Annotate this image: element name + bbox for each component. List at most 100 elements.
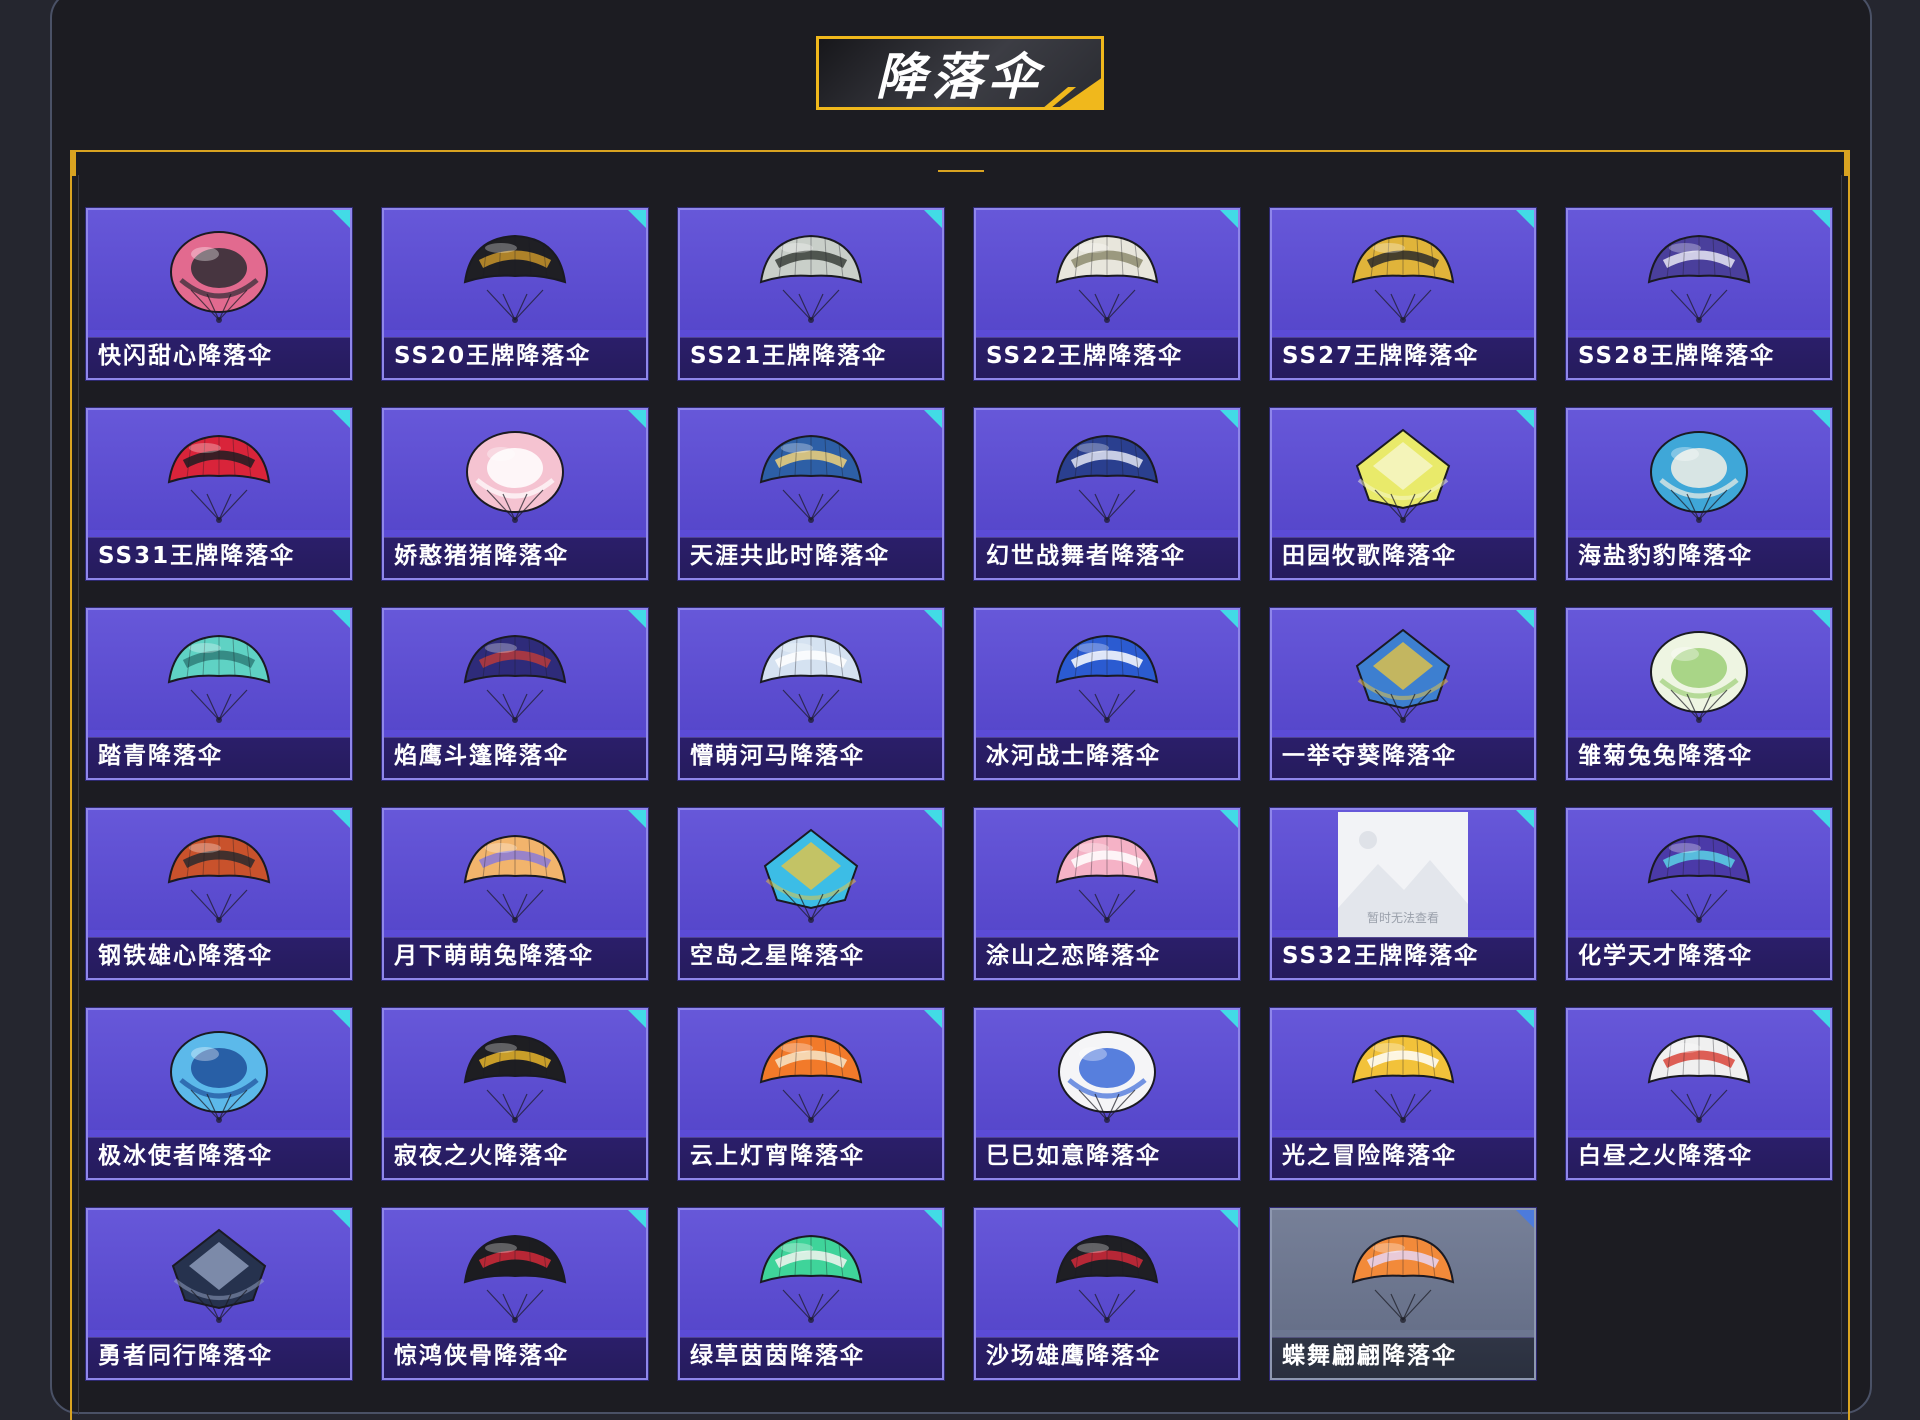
parachute-card[interactable]: 化学天才降落伞 — [1566, 808, 1832, 980]
parachute-card[interactable]: 蝶舞翩翩降落伞 — [1270, 1208, 1536, 1380]
parachute-name: 光之冒险降落伞 — [1282, 1143, 1457, 1169]
parachute-card[interactable]: 白昼之火降落伞 — [1566, 1008, 1832, 1180]
parachute-card[interactable]: SS28王牌降落伞 — [1566, 208, 1832, 380]
corner-tag — [1515, 610, 1534, 629]
parachute-card[interactable]: SS31王牌降落伞 — [86, 408, 352, 580]
placeholder-text: 暂时无法查看 — [1366, 911, 1439, 925]
parachute-name: 幻世战舞者降落伞 — [986, 543, 1186, 569]
parachute-icon — [170, 231, 268, 323]
parachute-name: 绿草茵茵降落伞 — [690, 1343, 865, 1369]
corner-tag — [627, 810, 646, 829]
parachute-name: 化学天才降落伞 — [1578, 943, 1753, 969]
corner-tag — [331, 210, 350, 229]
parachute-card[interactable]: 惊鸿侠骨降落伞 — [382, 1208, 648, 1380]
parachute-icon — [1351, 234, 1455, 323]
parachute-icon — [463, 834, 567, 923]
parachute-card[interactable]: 娇憨猪猪降落伞 — [382, 408, 648, 580]
parachute-icon — [171, 1228, 267, 1323]
corner-tag — [627, 410, 646, 429]
corner-tag — [1219, 1010, 1238, 1029]
parachute-card[interactable]: 踏青降落伞 — [86, 608, 352, 780]
parachute-icon — [463, 1034, 567, 1123]
corner-tag — [1811, 1010, 1830, 1029]
corner-tag — [331, 1010, 350, 1029]
parachute-card[interactable]: 暂时无法查看 SS32王牌降落伞 — [1270, 808, 1536, 980]
parachute-name: 雏菊兔兔降落伞 — [1578, 743, 1753, 769]
parachute-card[interactable]: 极冰使者降落伞 — [86, 1008, 352, 1180]
parachute-name: 惊鸿侠骨降落伞 — [394, 1343, 569, 1369]
parachute-icon — [1351, 1034, 1455, 1123]
parachute-card[interactable]: 云上灯宵降落伞 — [678, 1008, 944, 1180]
corner-tag — [331, 1210, 350, 1229]
parachute-icon — [759, 234, 863, 323]
parachute-name: SS21王牌降落伞 — [690, 343, 888, 369]
parachute-card[interactable]: SS21王牌降落伞 — [678, 208, 944, 380]
corner-tag — [331, 610, 350, 629]
parachute-card[interactable]: 涂山之恋降落伞 — [974, 808, 1240, 980]
parachute-name: 快闪甜心降落伞 — [98, 343, 273, 369]
parachute-icon — [1055, 834, 1159, 923]
parachute-icon — [1058, 1031, 1156, 1123]
parachute-card[interactable]: 懵萌河马降落伞 — [678, 608, 944, 780]
parachute-name: 踏青降落伞 — [98, 743, 223, 769]
parachute-card[interactable]: SS22王牌降落伞 — [974, 208, 1240, 380]
parachute-card[interactable]: 绿草茵茵降落伞 — [678, 1208, 944, 1380]
corner-tag — [627, 210, 646, 229]
corner-tag — [1219, 210, 1238, 229]
parachute-icon — [466, 431, 564, 523]
frame-center-mark — [938, 170, 984, 172]
parachute-name: 云上灯宵降落伞 — [690, 1143, 865, 1169]
parachute-name: SS28王牌降落伞 — [1578, 343, 1776, 369]
corner-tag — [627, 610, 646, 629]
corner-tag — [1811, 410, 1830, 429]
parachute-icon — [1650, 631, 1748, 723]
parachute-name: SS32王牌降落伞 — [1282, 943, 1480, 969]
parachute-card[interactable]: SS20王牌降落伞 — [382, 208, 648, 380]
parachute-card[interactable]: 海盐豹豹降落伞 — [1566, 408, 1832, 580]
corner-tag — [923, 610, 942, 629]
corner-tag — [923, 410, 942, 429]
parachute-card[interactable]: 雏菊兔兔降落伞 — [1566, 608, 1832, 780]
parachute-name: 钢铁雄心降落伞 — [98, 943, 273, 969]
image-unavailable-placeholder: 暂时无法查看 — [1338, 812, 1468, 940]
parachute-name: 懵萌河马降落伞 — [690, 743, 865, 769]
parachute-card[interactable]: 天涯共此时降落伞 — [678, 408, 944, 580]
corner-tag — [627, 1010, 646, 1029]
corner-tag — [1515, 1010, 1534, 1029]
parachute-icon — [1351, 1234, 1455, 1323]
parachute-card[interactable]: 幻世战舞者降落伞 — [974, 408, 1240, 580]
parachute-icon — [170, 1031, 268, 1123]
parachute-card[interactable]: 沙场雄鹰降落伞 — [974, 1208, 1240, 1380]
corner-tag — [627, 1210, 646, 1229]
parachute-card[interactable]: 巳巳如意降落伞 — [974, 1008, 1240, 1180]
parachute-icon — [1650, 431, 1748, 523]
parachute-card[interactable]: 月下萌萌兔降落伞 — [382, 808, 648, 980]
parachute-name: 勇者同行降落伞 — [98, 1343, 273, 1369]
parachute-icon — [1647, 834, 1751, 923]
title-decor-corner — [1057, 77, 1101, 107]
parachute-card[interactable]: 勇者同行降落伞 — [86, 1208, 352, 1380]
parachute-card[interactable]: 焰鹰斗篷降落伞 — [382, 608, 648, 780]
parachute-icon — [1355, 628, 1451, 723]
corner-tag — [1515, 210, 1534, 229]
parachute-card[interactable]: 光之冒险降落伞 — [1270, 1008, 1536, 1180]
parachute-icon — [167, 634, 271, 723]
parachute-name: 焰鹰斗篷降落伞 — [394, 743, 569, 769]
parachute-card[interactable]: 一举夺葵降落伞 — [1270, 608, 1536, 780]
parachute-card[interactable]: 快闪甜心降落伞 — [86, 208, 352, 380]
parachute-card[interactable]: SS27王牌降落伞 — [1270, 208, 1536, 380]
corner-tag — [923, 210, 942, 229]
parachute-card[interactable]: 寂夜之火降落伞 — [382, 1008, 648, 1180]
parachute-name: 天涯共此时降落伞 — [690, 543, 890, 569]
parachute-name: SS27王牌降落伞 — [1282, 343, 1480, 369]
parachute-icon — [1055, 234, 1159, 323]
corner-tag — [1811, 610, 1830, 629]
section-title-badge: 降落伞 — [816, 36, 1104, 110]
parachute-card[interactable]: 钢铁雄心降落伞 — [86, 808, 352, 980]
parachute-card[interactable]: 冰河战士降落伞 — [974, 608, 1240, 780]
parachute-card[interactable]: 空岛之星降落伞 — [678, 808, 944, 980]
parachute-card[interactable]: 田园牧歌降落伞 — [1270, 408, 1536, 580]
corner-tag — [1219, 810, 1238, 829]
parachute-icon — [1647, 234, 1751, 323]
parachute-icon — [1055, 634, 1159, 723]
